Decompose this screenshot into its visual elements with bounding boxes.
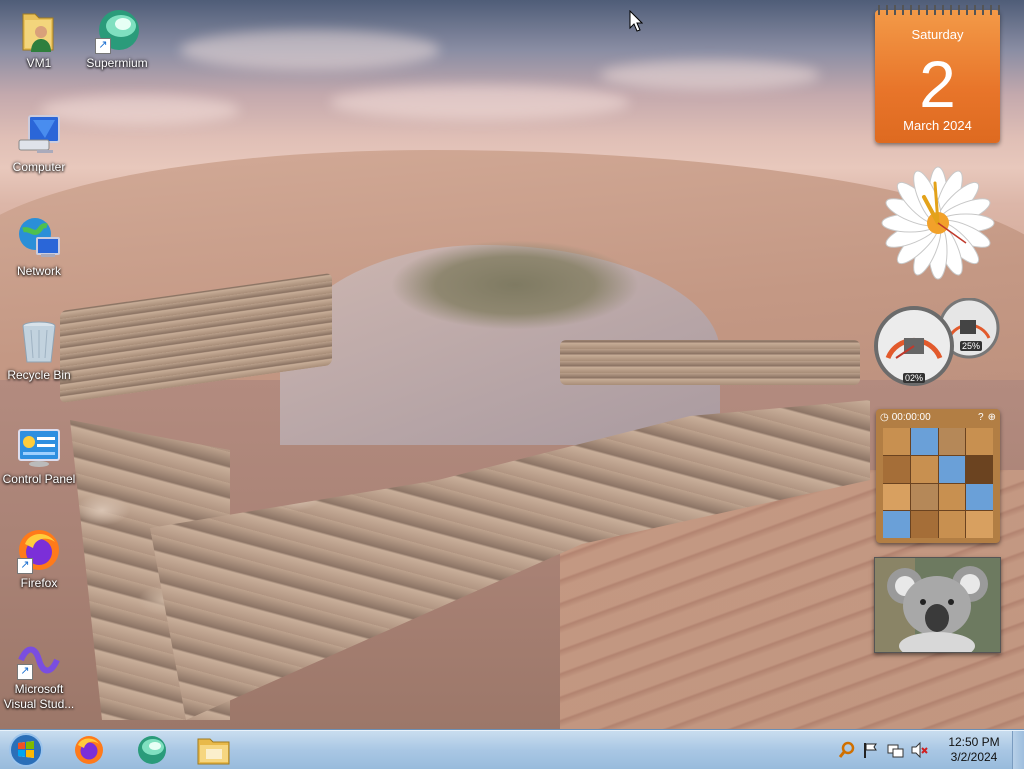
computer-icon <box>15 110 63 158</box>
supermium-icon: ↗ <box>93 6 141 54</box>
puzzle-tile[interactable] <box>883 483 910 511</box>
puzzle-tile[interactable] <box>883 428 910 455</box>
koala-photo <box>875 558 1000 652</box>
desktop-icon-label: Control Panel <box>2 472 76 486</box>
puzzle-tile[interactable] <box>938 428 966 455</box>
puzzle-tile[interactable] <box>910 511 938 538</box>
taskbar-firefox-button[interactable] <box>64 733 114 767</box>
puzzle-tile[interactable] <box>910 428 938 455</box>
desktop-icon-label: Microsoft Visual Stud... <box>3 682 75 711</box>
user-folder-icon <box>15 6 63 54</box>
shortcut-arrow-icon: ↗ <box>17 558 33 574</box>
system-tray <box>838 739 928 761</box>
cloud <box>600 60 820 90</box>
slideshow-gadget[interactable] <box>874 557 1001 653</box>
stone-wall-right <box>560 340 860 385</box>
puzzle-grid <box>883 428 993 538</box>
taskbar-supermium-button[interactable] <box>126 733 176 767</box>
memory-usage-readout: 25% <box>960 341 983 351</box>
visual-studio-icon: ↗ <box>15 640 63 680</box>
help-icon[interactable]: ? <box>978 412 984 423</box>
puzzle-tile[interactable] <box>910 455 938 483</box>
puzzle-tile[interactable] <box>966 511 993 538</box>
taskbar-file-explorer-button[interactable] <box>188 733 238 767</box>
puzzle-tile[interactable] <box>883 511 910 538</box>
taskbar-time: 12:50 PM <box>948 735 1000 749</box>
calendar-day-number: 2 <box>919 47 956 121</box>
puzzle-tile[interactable] <box>938 455 966 483</box>
puzzle-tile[interactable] <box>966 483 993 511</box>
timer-icon: ◷ <box>880 411 889 423</box>
supermium-icon <box>138 736 166 764</box>
taskbar-clock[interactable]: 12:50 PM 3/2/2024 <box>935 735 1013 765</box>
cpu-meter-gadget[interactable]: 02% 25% <box>874 297 1000 390</box>
volume-muted-icon[interactable] <box>910 741 928 759</box>
start-button[interactable] <box>4 732 48 768</box>
network-icon[interactable] <box>886 741 904 759</box>
desktop-icon-recycle-bin[interactable]: Recycle Bin <box>1 318 77 383</box>
clock-gadget[interactable] <box>876 162 1000 284</box>
desktop-icon-firefox[interactable]: ↗ Firefox <box>1 526 77 591</box>
action-center-flag-icon[interactable] <box>862 741 880 759</box>
mouse-cursor-icon <box>629 10 643 32</box>
solve-icon[interactable]: ⊕ <box>988 412 996 423</box>
picture-puzzle-gadget[interactable]: ◷ 00:00:00 ? ⊕ <box>876 409 1000 543</box>
desktop-icon-label: Firefox <box>20 576 58 590</box>
firefox-icon: ↗ <box>15 526 63 574</box>
desktop-icon-label: Network <box>16 264 61 278</box>
puzzle-toolbar: ◷ 00:00:00 ? ⊕ <box>876 409 1000 425</box>
desktop-icon-label: Recycle Bin <box>7 368 71 382</box>
network-globe-icon <box>15 214 63 262</box>
puzzle-empty-slot <box>966 455 993 483</box>
puzzle-tile[interactable] <box>883 455 910 483</box>
desktop-icon-label: Supermium <box>86 56 148 70</box>
shortcut-arrow-icon: ↗ <box>95 38 111 54</box>
desktop-icon-label: Computer <box>12 160 66 174</box>
calendar-month-year: March 2024 <box>903 118 972 133</box>
desktop-icon-computer[interactable]: Computer <box>1 110 77 175</box>
calendar-rings <box>875 5 1000 15</box>
show-desktop-button[interactable] <box>1012 731 1024 769</box>
recycle-bin-icon <box>15 318 63 366</box>
firefox-icon <box>75 736 103 764</box>
cloud <box>180 30 440 70</box>
puzzle-tile[interactable] <box>910 483 938 511</box>
shortcut-arrow-icon: ↗ <box>17 664 33 680</box>
cpu-usage-readout: 02% <box>903 373 926 383</box>
puzzle-tile[interactable] <box>966 428 993 455</box>
desktop-icon-network[interactable]: Network <box>1 214 77 279</box>
file-explorer-icon <box>197 738 230 765</box>
taskbar-date: 3/2/2024 <box>950 750 998 764</box>
desktop-icon-label: VM1 <box>26 56 52 70</box>
taskbar: 12:50 PM 3/2/2024 <box>0 730 1024 769</box>
desktop-wallpaper <box>0 0 1024 730</box>
desktop-icon-supermium[interactable]: ↗ Supermium <box>79 6 155 71</box>
desktop-icon-visual-studio[interactable]: ↗ Microsoft Visual Stud... <box>1 640 77 712</box>
calendar-day-name: Saturday <box>911 27 964 42</box>
dune-grass <box>390 240 640 330</box>
calendar-gadget[interactable]: Saturday 2 March 2024 <box>875 5 1000 143</box>
search-icon[interactable] <box>838 741 856 759</box>
puzzle-tile[interactable] <box>938 511 966 538</box>
cloud <box>330 85 630 120</box>
puzzle-timer: 00:00:00 <box>891 411 931 423</box>
puzzle-tile[interactable] <box>938 483 966 511</box>
desktop-icon-control-panel[interactable]: Control Panel <box>1 422 77 487</box>
desktop-icon-vm1[interactable]: VM1 <box>1 6 77 71</box>
control-panel-icon <box>15 422 63 470</box>
